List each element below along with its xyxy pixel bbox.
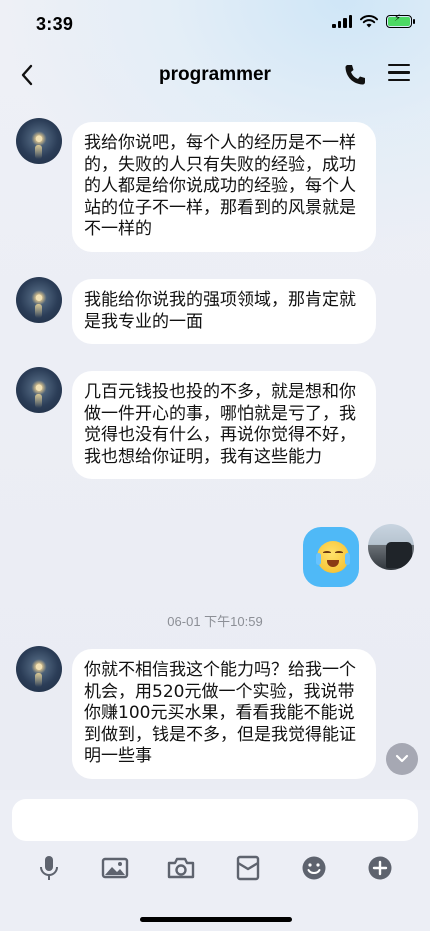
message-input[interactable] xyxy=(12,799,418,841)
image-icon[interactable] xyxy=(99,852,131,884)
crying-laughing-emoji xyxy=(316,541,350,573)
outgoing-message-bubble[interactable] xyxy=(303,527,359,587)
battery-charging-icon xyxy=(386,13,415,28)
message-timestamp: 06-01 下午10:59 xyxy=(167,614,263,629)
message-text: 我给你说吧，每个人的经历是不一样的，失败的人只有失败的经验，成功的人都是给你说成… xyxy=(84,133,356,239)
microphone-icon[interactable] xyxy=(33,852,65,884)
wifi-icon xyxy=(360,15,378,28)
incoming-message-bubble[interactable]: 你就不相信我这个能力吗？给我一个机会，用520元做一个实验，我说带你赚100元买… xyxy=(72,649,376,779)
my-avatar[interactable] xyxy=(368,524,414,570)
camera-icon[interactable] xyxy=(165,852,197,884)
contact-avatar[interactable] xyxy=(16,367,62,413)
status-bar: 3:39 xyxy=(0,0,430,50)
contact-avatar[interactable] xyxy=(16,646,62,692)
menu-icon[interactable] xyxy=(388,64,410,86)
chevron-down-icon xyxy=(395,754,409,763)
status-time: 3:39 xyxy=(36,14,74,34)
incoming-message-bubble[interactable]: 几百元钱投也投的不多，就是想和你做一件开心的事，哪怕就是亏了，我觉得也没有什么，… xyxy=(72,371,376,479)
message-text: 几百元钱投也投的不多，就是想和你做一件开心的事，哪怕就是亏了，我觉得也没有什么，… xyxy=(84,382,356,467)
composer-toolbar xyxy=(0,848,430,888)
message-text: 你就不相信我这个能力吗？给我一个机会，用520元做一个实验，我说带你赚100元买… xyxy=(84,660,356,766)
incoming-message-bubble[interactable]: 我给你说吧，每个人的经历是不一样的，失败的人只有失败的经验，成功的人都是给你说成… xyxy=(72,122,376,252)
contact-avatar[interactable] xyxy=(16,118,62,164)
emoji-icon[interactable] xyxy=(298,852,330,884)
red-packet-icon[interactable] xyxy=(232,852,264,884)
chat-header: programmer xyxy=(0,52,430,100)
contact-avatar[interactable] xyxy=(16,277,62,323)
incoming-message-bubble[interactable]: 我能给你说我的强项领域，那肯定就是我专业的一面 xyxy=(72,279,376,344)
home-indicator[interactable] xyxy=(140,917,292,922)
phone-call-icon[interactable] xyxy=(342,62,368,88)
plus-icon[interactable] xyxy=(364,852,396,884)
status-icons xyxy=(332,13,415,28)
cellular-signal-icon xyxy=(332,15,352,28)
scroll-to-bottom-button[interactable] xyxy=(386,743,418,775)
message-text: 我能给你说我的强项领域，那肯定就是我专业的一面 xyxy=(84,290,356,332)
composer-area xyxy=(0,790,430,931)
